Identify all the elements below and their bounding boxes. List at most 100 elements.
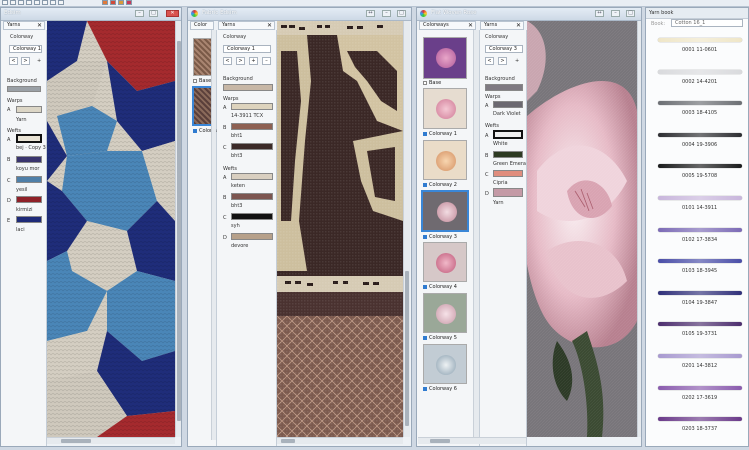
weft-d-swatch[interactable]	[231, 233, 273, 240]
yarn-list-item[interactable]: 0203 18-3737	[658, 415, 744, 439]
yarn-list-item[interactable]: 0003 18-4105	[658, 99, 744, 123]
yarn-list-item[interactable]: 0101 14-3911	[658, 194, 744, 218]
weft-c-swatch[interactable]	[16, 176, 42, 183]
background-swatch[interactable]	[7, 86, 41, 92]
weft-b-swatch[interactable]	[493, 151, 523, 158]
weft-a-swatch[interactable]	[16, 134, 42, 143]
minimize-button[interactable]: –	[611, 10, 620, 17]
yarn-list-item[interactable]: 0105 19-3731	[658, 320, 744, 344]
settings-icon[interactable]	[126, 0, 132, 5]
yarn-list[interactable]: 0001 11-0601 0002 14-4201 0003 18-4105 0004…	[646, 30, 748, 446]
warp-a-swatch[interactable]	[16, 106, 42, 113]
colorway-thumb-base[interactable]	[423, 37, 467, 79]
warp-a-swatch[interactable]	[231, 103, 273, 110]
colorway-select[interactable]: Colorway 3	[485, 45, 523, 53]
colorway-select[interactable]: Colorway 1	[9, 45, 42, 53]
add-colorway-button[interactable]: +	[249, 57, 258, 65]
yarn-list-item[interactable]: 0201 14-3812	[658, 352, 744, 376]
minimize-button[interactable]: –	[382, 10, 391, 17]
colorway-thumb-3[interactable]	[421, 190, 469, 232]
render-icon[interactable]	[102, 0, 108, 5]
vertical-scrollbar[interactable]	[637, 21, 641, 437]
horizontal-scrollbar[interactable]	[277, 437, 403, 444]
book-select[interactable]: Cotton 16_1	[671, 19, 743, 27]
zoom-out-icon[interactable]	[18, 0, 24, 5]
close-icon[interactable]: ✕	[516, 22, 521, 29]
fabric-canvas[interactable]	[277, 21, 403, 437]
close-icon[interactable]: ✕	[468, 22, 473, 29]
fabric-canvas[interactable]	[47, 21, 175, 437]
export-icon[interactable]	[110, 0, 116, 5]
tab-colorways[interactable]: Color	[190, 21, 214, 30]
yarn-list-item[interactable]: 0202 17-3619	[658, 384, 744, 408]
colorway-select[interactable]: Colorway 1	[223, 45, 271, 53]
yarn-list-item[interactable]: 0002 14-4201	[658, 68, 744, 92]
add-colorway-button[interactable]: +	[515, 58, 519, 64]
yarn-list-item[interactable]: 0001 11-0601	[658, 36, 744, 60]
horizontal-scrollbar[interactable]	[418, 437, 526, 444]
window-titlebar[interactable]: Fabric Edsim ↔ – □	[188, 8, 411, 21]
back-icon[interactable]	[2, 0, 8, 5]
add-colorway-button[interactable]: +	[37, 58, 41, 64]
close-icon[interactable]: ✕	[267, 22, 272, 29]
warp-c-swatch[interactable]	[231, 143, 273, 150]
horizontal-scrollbar[interactable]	[47, 437, 175, 444]
yarn-list-item[interactable]: 0004 19-3906	[658, 131, 744, 155]
close-button[interactable]: ✕	[166, 10, 179, 17]
grid-icon[interactable]	[26, 0, 32, 5]
window-titlebar[interactable]: Edsim – □ ✕	[1, 8, 181, 21]
prev-colorway-button[interactable]: <	[223, 57, 232, 65]
colorway-thumb-1[interactable]	[423, 88, 467, 129]
weft-c-swatch[interactable]	[231, 213, 273, 220]
remove-colorway-button[interactable]: –	[262, 57, 271, 65]
maximize-button[interactable]: □	[626, 10, 635, 17]
weft-b-swatch[interactable]	[16, 156, 42, 163]
warp-b-swatch[interactable]	[231, 123, 273, 130]
window-titlebar[interactable]: Flat Woven Rose ↔ – □	[417, 8, 641, 21]
yarn-list-item[interactable]: 0104 19-3847	[658, 289, 744, 313]
restore-button[interactable]: ↔	[595, 10, 604, 17]
colorway-thumb-2[interactable]	[423, 140, 467, 180]
close-icon[interactable]: ✕	[37, 22, 42, 29]
next-colorway-button[interactable]: >	[236, 57, 245, 65]
zoom-icon[interactable]	[10, 0, 16, 5]
vertical-scrollbar[interactable]	[473, 30, 479, 440]
prev-colorway-button[interactable]: <	[485, 57, 494, 65]
restore-button[interactable]: ↔	[366, 10, 375, 17]
background-swatch[interactable]	[223, 84, 273, 91]
image-icon[interactable]	[34, 0, 40, 5]
colorway-thumb-4[interactable]	[423, 242, 467, 282]
weft-d-swatch[interactable]	[493, 188, 523, 197]
weft-b-swatch[interactable]	[231, 193, 273, 200]
weft-c-swatch[interactable]	[493, 170, 523, 177]
weft-d-swatch[interactable]	[16, 196, 42, 203]
minimize-button[interactable]: –	[135, 10, 144, 17]
tab-colorways[interactable]: Colorways ✕	[419, 21, 476, 30]
vertical-scrollbar[interactable]	[211, 30, 216, 440]
next-colorway-button[interactable]: >	[498, 57, 507, 65]
colorway-thumb-5[interactable]	[423, 293, 467, 333]
yarn-list-item[interactable]: 0103 18-3945	[658, 257, 744, 281]
weft-e-swatch[interactable]	[16, 216, 42, 223]
background-swatch[interactable]	[485, 84, 523, 91]
warp-a-swatch[interactable]	[493, 101, 523, 108]
tab-yarns[interactable]: Yarns ✕	[480, 21, 524, 30]
tab-yarns[interactable]: Yarns ✕	[3, 21, 45, 30]
tab-yarns[interactable]: Yarns ✕	[218, 21, 275, 30]
weave-icon[interactable]	[42, 0, 48, 5]
weft-a-swatch[interactable]	[231, 173, 273, 180]
maximize-button[interactable]: □	[149, 10, 158, 17]
next-colorway-button[interactable]: >	[21, 57, 30, 65]
colorway-thumb-base[interactable]	[193, 38, 213, 76]
vertical-scrollbar[interactable]	[403, 21, 410, 437]
colorway-thumb-6[interactable]	[423, 344, 467, 384]
maximize-button[interactable]: □	[397, 10, 406, 17]
yarn-list-item[interactable]: 0102 17-3834	[658, 226, 744, 250]
yarn-list-item[interactable]: 0005 19-5708	[658, 162, 744, 186]
pattern-icon[interactable]	[50, 0, 56, 5]
weft-a-swatch[interactable]	[493, 130, 523, 139]
fabric-canvas[interactable]	[527, 21, 637, 437]
vertical-scrollbar[interactable]	[175, 21, 181, 437]
prev-colorway-button[interactable]: <	[9, 57, 18, 65]
color-icon[interactable]	[58, 0, 64, 5]
